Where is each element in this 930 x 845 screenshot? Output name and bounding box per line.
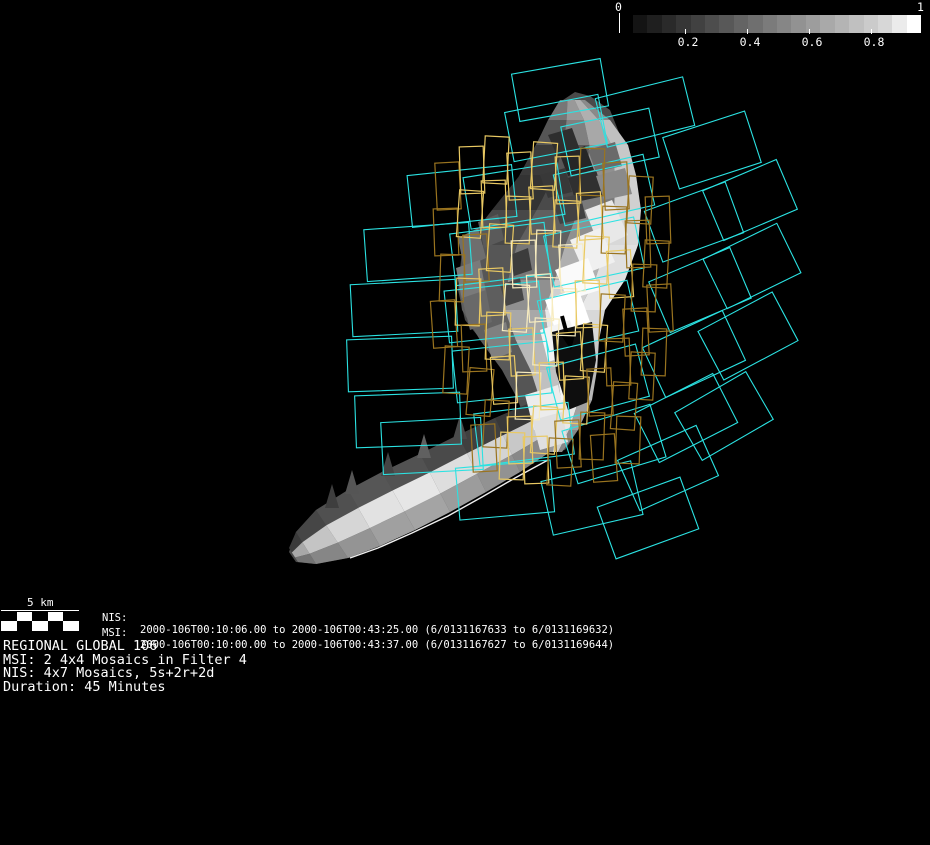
nis-footprint [541, 461, 643, 535]
nis-footprint [644, 182, 743, 262]
msi-footprint [605, 338, 631, 386]
colorbar-step [878, 15, 892, 33]
colorbar: 0 1 0.2 0.4 0.6 0.8 [0, 0, 930, 55]
colorbar-step [777, 15, 791, 33]
colorbar-tick-label: 0.6 [802, 35, 823, 49]
msi-footprint [433, 208, 459, 256]
colorbar-step [691, 15, 705, 33]
colorbar-step [748, 15, 762, 33]
colorbar-step [676, 15, 690, 33]
nis-footprint [703, 160, 798, 241]
colorbar-min-label: 0 [615, 2, 622, 13]
colorbar-step [820, 15, 834, 33]
colorbar-step [719, 15, 733, 33]
colorbar-zero-tick [619, 13, 620, 33]
nis-footprint [663, 111, 761, 189]
nis-footprint [350, 279, 458, 336]
colorbar-step [849, 15, 863, 33]
colorbar-step [647, 15, 661, 33]
colorbar-step [662, 15, 676, 33]
colorbar-tick-mark [871, 29, 872, 34]
colorbar-tick-mark [809, 29, 810, 34]
nis-footprint [364, 222, 472, 281]
colorbar-step [835, 15, 849, 33]
colorbar-gradient [633, 15, 921, 33]
status-msi-value: 2000-106T00:10:00.00 to 2000-106T00:43:3… [140, 639, 614, 651]
colorbar-step [633, 15, 647, 33]
colorbar-tick-mark [747, 29, 748, 34]
colorbar-step [705, 15, 719, 33]
colorbar-step [907, 15, 921, 33]
nis-footprint [698, 292, 798, 380]
nis-footprint [643, 310, 746, 397]
asteroid-footprint-canvas[interactable] [0, 0, 930, 845]
nis-footprint [355, 392, 462, 448]
colorbar-step [892, 15, 906, 33]
info-duration: Duration: 45 Minutes [3, 681, 166, 694]
msi-footprint [483, 136, 509, 184]
colorbar-step [791, 15, 805, 33]
msi-footprint [466, 368, 494, 417]
colorbar-tick-label: 0.2 [678, 35, 699, 49]
nis-footprint [347, 336, 454, 392]
colorbar-step [763, 15, 777, 33]
nis-footprint [407, 165, 517, 228]
visualization-stage: 0 1 0.20.40.60.8 5 km NIS: 2000-106T00:1… [0, 0, 930, 845]
msi-footprint [430, 300, 457, 349]
msi-footprint [435, 162, 461, 210]
nis-footprint [703, 223, 801, 308]
asteroid-spike [325, 484, 339, 508]
colorbar-tick-mark [685, 29, 686, 34]
nis-footprint [597, 477, 699, 559]
msi-footprint [615, 416, 641, 464]
colorbar-max-label: 1 [917, 2, 924, 13]
asteroid-spike [345, 470, 359, 494]
colorbar-tick-label: 0.4 [740, 35, 761, 49]
nis-footprint [649, 247, 751, 332]
colorbar-tick-label: 0.8 [864, 35, 885, 49]
